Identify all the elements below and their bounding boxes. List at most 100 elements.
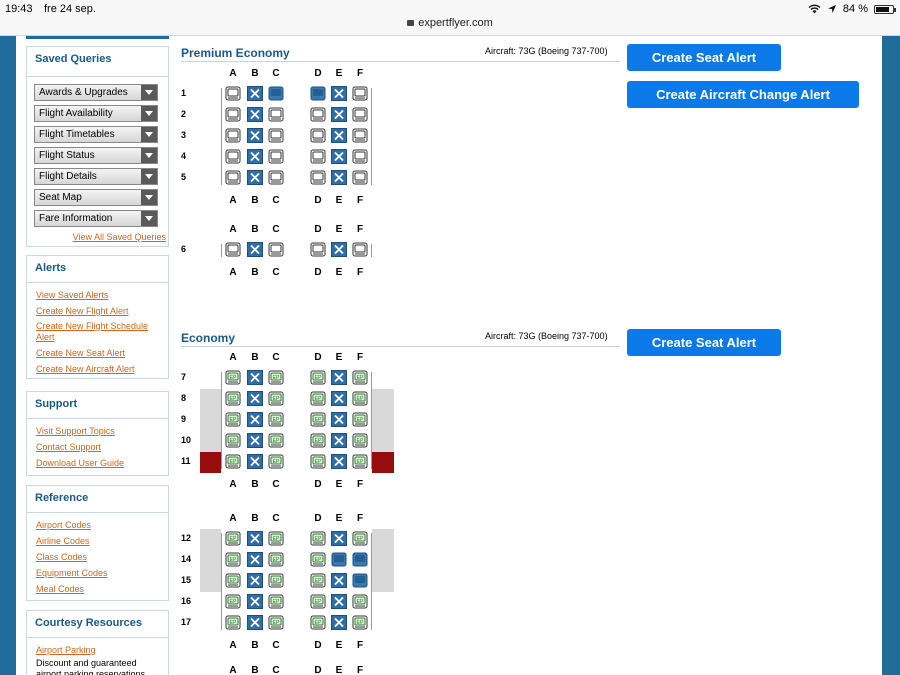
seat-available[interactable] bbox=[268, 170, 284, 185]
exit-row-marker bbox=[200, 389, 221, 452]
economy-create-seat-alert-button[interactable]: Create Seat Alert bbox=[627, 329, 781, 356]
seat-blocked bbox=[247, 170, 263, 185]
sidebar-link[interactable]: Class Codes bbox=[36, 549, 159, 565]
seat-preferred[interactable]: EP bbox=[268, 391, 284, 406]
seat-available[interactable] bbox=[352, 128, 368, 143]
sidebar-link[interactable]: Equipment Codes bbox=[36, 565, 159, 581]
seat-preferred[interactable]: EP bbox=[225, 433, 241, 448]
seat-preferred[interactable]: EP bbox=[310, 412, 326, 427]
sidebar-link[interactable]: View Saved Alerts bbox=[36, 287, 159, 303]
seat-preferred[interactable]: EP bbox=[352, 433, 368, 448]
saved-query-select[interactable]: Flight Availability bbox=[34, 105, 158, 122]
seat-preferred[interactable]: EP bbox=[225, 573, 241, 588]
seat-preferred[interactable]: EP bbox=[352, 594, 368, 609]
seat-occupied[interactable] bbox=[268, 86, 284, 101]
premium-create-seat-alert-button[interactable]: Create Seat Alert bbox=[627, 44, 781, 71]
seat-available[interactable] bbox=[352, 86, 368, 101]
seat-available[interactable] bbox=[268, 128, 284, 143]
seat-available[interactable] bbox=[225, 86, 241, 101]
seat-occupied[interactable] bbox=[352, 573, 368, 588]
sidebar-link[interactable]: Create New Flight Schedule Alert bbox=[36, 321, 159, 343]
seat-preferred[interactable]: EP bbox=[268, 370, 284, 385]
premium-aircraft-label: Aircraft: 73G (Boeing 737-700) bbox=[485, 46, 608, 56]
create-aircraft-change-alert-button[interactable]: Create Aircraft Change Alert bbox=[627, 81, 859, 108]
seat-preferred[interactable]: EP bbox=[225, 391, 241, 406]
seat-preferred[interactable]: EP bbox=[310, 454, 326, 469]
seat-blocked bbox=[331, 128, 347, 143]
seat-available[interactable] bbox=[225, 170, 241, 185]
seat-preferred[interactable]: EP bbox=[225, 531, 241, 546]
seat-preferred[interactable]: EP bbox=[225, 454, 241, 469]
seat-available[interactable] bbox=[268, 149, 284, 164]
seat-available[interactable] bbox=[352, 170, 368, 185]
seat-preferred[interactable]: EP bbox=[352, 531, 368, 546]
seat-occupied[interactable] bbox=[352, 552, 368, 567]
seat-preferred[interactable]: EP bbox=[310, 391, 326, 406]
seat-preferred[interactable]: EP bbox=[310, 594, 326, 609]
seat-available[interactable] bbox=[310, 149, 326, 164]
seat-preferred[interactable]: EP bbox=[268, 454, 284, 469]
seat-preferred[interactable]: EP bbox=[268, 433, 284, 448]
sidebar-link[interactable]: Airline Codes bbox=[36, 533, 159, 549]
seat-occupied[interactable] bbox=[331, 552, 347, 567]
sidebar-link[interactable]: Airport Codes bbox=[36, 517, 159, 533]
seat-preferred[interactable]: EP bbox=[268, 615, 284, 630]
seat-available[interactable] bbox=[310, 107, 326, 122]
seat-available[interactable] bbox=[310, 128, 326, 143]
seat-preferred[interactable]: EP bbox=[268, 531, 284, 546]
seat-preferred[interactable]: EP bbox=[310, 433, 326, 448]
seat-preferred[interactable]: EP bbox=[225, 615, 241, 630]
sidebar-link[interactable]: Download User Guide bbox=[36, 455, 159, 471]
seat-preferred[interactable]: EP bbox=[225, 412, 241, 427]
seat-preferred[interactable]: EP bbox=[225, 552, 241, 567]
saved-query-select[interactable]: Awards & Upgrades bbox=[34, 84, 158, 101]
seat-available[interactable] bbox=[225, 128, 241, 143]
saved-query-select[interactable]: Seat Map bbox=[34, 189, 158, 206]
saved-query-select[interactable]: Fare Information bbox=[34, 210, 158, 227]
sidebar-link[interactable]: Create New Flight Alert bbox=[36, 303, 159, 319]
sidebar-link[interactable]: Meal Codes bbox=[36, 581, 159, 597]
seat-preferred[interactable]: EP bbox=[310, 552, 326, 567]
seat-preferred[interactable]: EP bbox=[268, 412, 284, 427]
airport-parking-link[interactable]: Airport Parking bbox=[36, 642, 159, 658]
seat-available[interactable] bbox=[225, 149, 241, 164]
seat-preferred[interactable]: EP bbox=[268, 552, 284, 567]
seat-occupied[interactable] bbox=[310, 86, 326, 101]
svg-text:EP: EP bbox=[357, 599, 364, 605]
saved-query-select[interactable]: Flight Details bbox=[34, 168, 158, 185]
seat-preferred[interactable]: EP bbox=[225, 370, 241, 385]
seat-available[interactable] bbox=[225, 242, 241, 257]
seat-preferred[interactable]: EP bbox=[352, 454, 368, 469]
seat-preferred[interactable]: EP bbox=[268, 573, 284, 588]
seat-available[interactable] bbox=[352, 149, 368, 164]
sidebar-link[interactable]: Visit Support Topics bbox=[36, 423, 159, 439]
seat-available[interactable] bbox=[268, 242, 284, 257]
saved-query-select[interactable]: Flight Status bbox=[34, 147, 158, 164]
seat-preferred[interactable]: EP bbox=[310, 531, 326, 546]
row-number: 6 bbox=[181, 244, 187, 254]
seat-available[interactable] bbox=[268, 107, 284, 122]
sidebar-link[interactable]: Contact Support bbox=[36, 439, 159, 455]
sidebar-link[interactable]: Create New Aircraft Alert bbox=[36, 361, 159, 377]
seat-preferred[interactable]: EP bbox=[268, 594, 284, 609]
seat-blocked bbox=[331, 370, 347, 385]
seat-available[interactable] bbox=[310, 170, 326, 185]
seat-preferred[interactable]: EP bbox=[352, 412, 368, 427]
address-bar[interactable]: expertflyer.com bbox=[0, 17, 900, 29]
view-all-saved-queries-link[interactable]: View All Saved Queries bbox=[27, 231, 168, 243]
premium-economy-title: Premium Economy bbox=[181, 46, 290, 60]
seat-available[interactable] bbox=[352, 242, 368, 257]
seat-preferred[interactable]: EP bbox=[310, 615, 326, 630]
saved-query-select[interactable]: Flight Timetables bbox=[34, 126, 158, 143]
seat-preferred[interactable]: EP bbox=[352, 615, 368, 630]
seat-preferred[interactable]: EP bbox=[352, 370, 368, 385]
seat-preferred[interactable]: EP bbox=[310, 573, 326, 588]
seat-preferred[interactable]: EP bbox=[352, 391, 368, 406]
sidebar-link[interactable]: Create New Seat Alert bbox=[36, 345, 159, 361]
seat-preferred[interactable]: EP bbox=[225, 594, 241, 609]
seat-blocked bbox=[247, 107, 263, 122]
seat-available[interactable] bbox=[225, 107, 241, 122]
seat-preferred[interactable]: EP bbox=[310, 370, 326, 385]
seat-available[interactable] bbox=[352, 107, 368, 122]
seat-available[interactable] bbox=[310, 242, 326, 257]
